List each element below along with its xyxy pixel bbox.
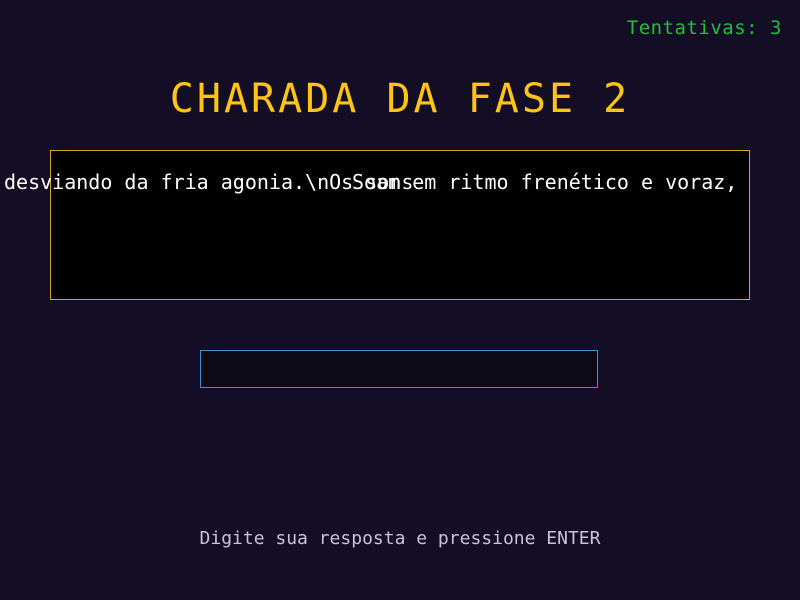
instruction-text: Digite sua resposta e pressione ENTER [199, 528, 601, 549]
riddle-text-right: Soam em ritmo frenético e voraz, [352, 170, 738, 194]
attempts-counter: Tentativas: 3 [627, 17, 782, 39]
attempts-value: 3 [770, 17, 782, 39]
answer-input[interactable] [200, 350, 598, 388]
riddle-title: CHARADA DA FASE 2 [169, 76, 631, 122]
attempts-label: Tentativas: [626, 17, 759, 39]
riddle-text: desviando da fria agonia.\nOs sons Soam … [0, 170, 800, 198]
